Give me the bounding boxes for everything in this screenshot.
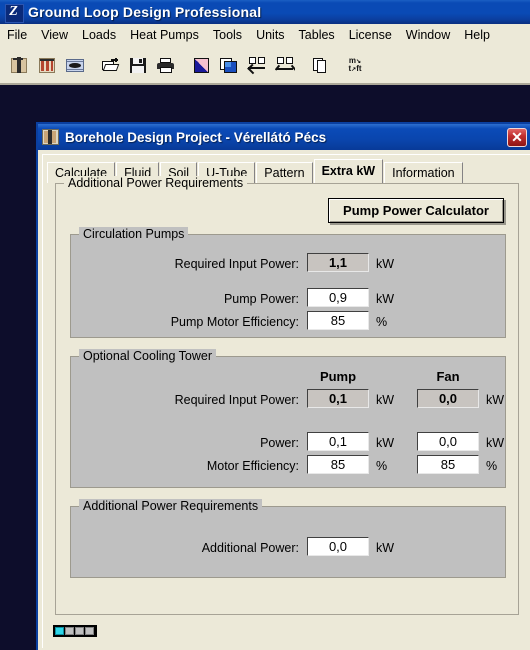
- circ-pump-motor-efficiency-unit: %: [376, 315, 388, 329]
- print-icon: [156, 56, 176, 75]
- optional-cooling-tower-label: Optional Cooling Tower: [79, 349, 217, 363]
- circ-pump-power-label: Pump Power:: [223, 292, 299, 306]
- horizontal-loop-icon: [65, 56, 85, 75]
- menu-item-heat-pumps[interactable]: Heat Pumps: [123, 26, 206, 46]
- borehole-single-icon-button[interactable]: [6, 52, 32, 78]
- toolbar-separator-2: [181, 53, 188, 78]
- cooling-tower-fan-column-header: Fan: [436, 369, 460, 384]
- unit-convert-icon-button[interactable]: m↘ t↗ft: [342, 52, 368, 78]
- ct-motor-efficiency-fan-field[interactable]: 85: [417, 455, 479, 474]
- menu-item-file[interactable]: File: [0, 26, 34, 46]
- toolbar-separator-4: [335, 53, 342, 78]
- circ-pump-power-unit: kW: [376, 292, 395, 306]
- ct-motor-efficiency-label: Motor Efficiency:: [206, 459, 299, 473]
- menu-item-view[interactable]: View: [34, 26, 75, 46]
- application-window: Z Ground Loop Design Professional File V…: [0, 0, 530, 650]
- tile-horizontal-icon: [275, 56, 295, 75]
- circ-pump-motor-efficiency-field[interactable]: 85: [307, 311, 369, 330]
- circ-required-input-power-field: 1,1: [307, 253, 369, 272]
- app-title: Ground Loop Design Professional: [28, 4, 262, 20]
- additional-power-unit: kW: [376, 541, 395, 555]
- dialog-title: Borehole Design Project - Vérellátó Pécs: [65, 129, 327, 145]
- ct-required-input-power-fan-unit: kW: [486, 393, 505, 407]
- tab-extra-kw[interactable]: Extra kW: [313, 159, 384, 183]
- tile-vertical-icon-button[interactable]: [244, 52, 270, 78]
- additional-power-requirements-group: Additional Power Requirements Pump Power…: [55, 176, 519, 615]
- menu-item-loads[interactable]: Loads: [75, 26, 123, 46]
- ct-power-label: Power:: [260, 436, 299, 450]
- duplicate-icon-button[interactable]: [307, 52, 333, 78]
- new-project-icon-button[interactable]: [188, 52, 214, 78]
- step-indicator-block-3: [75, 627, 84, 635]
- additional-power-inner-group: Additional Power Requirements Additional…: [70, 499, 506, 578]
- mdi-client-area: Borehole Design Project - Vérellátó Pécs…: [0, 85, 530, 650]
- step-indicator: [53, 625, 97, 637]
- optional-cooling-tower-group: Optional Cooling Tower Pump Fan Required…: [70, 349, 506, 488]
- circ-required-input-power-unit: kW: [376, 257, 395, 271]
- additional-power-inner-label: Additional Power Requirements: [79, 499, 263, 513]
- step-indicator-block-4: [85, 627, 94, 635]
- app-logo-icon: Z: [5, 3, 24, 23]
- new-project-icon: [191, 56, 211, 75]
- copy-project-icon-button[interactable]: [216, 52, 242, 78]
- ct-required-input-power-pump-field: 0,1: [307, 389, 369, 408]
- menu-item-tools[interactable]: Tools: [206, 26, 249, 46]
- ct-power-pump-unit: kW: [376, 436, 395, 450]
- unit-convert-icon: m↘ t↗ft: [348, 56, 362, 73]
- circ-pump-motor-efficiency-label: Pump Motor Efficiency:: [170, 315, 299, 329]
- save-icon: [128, 56, 148, 75]
- dialog-titlebar[interactable]: Borehole Design Project - Vérellátó Pécs…: [38, 124, 530, 150]
- additional-power-label: Additional Power:: [201, 541, 299, 555]
- borehole-design-project-window: Borehole Design Project - Vérellátó Pécs…: [36, 122, 530, 650]
- ct-power-pump-field[interactable]: 0,1: [307, 432, 369, 451]
- circulation-pumps-group: Circulation Pumps Required Input Power: …: [70, 227, 506, 338]
- borehole-project-icon: [42, 129, 59, 145]
- outer-group-label: Additional Power Requirements: [64, 176, 248, 190]
- dialog-body: Calculate Fluid Soil U-Tube Pattern Extr…: [42, 154, 530, 648]
- save-icon-button[interactable]: [125, 52, 151, 78]
- tab-information[interactable]: Information: [384, 162, 463, 183]
- ct-motor-efficiency-pump-unit: %: [376, 459, 388, 473]
- ct-power-fan-field[interactable]: 0,0: [417, 432, 479, 451]
- pump-power-calculator-button[interactable]: Pump Power Calculator: [328, 198, 504, 223]
- menu-item-window[interactable]: Window: [399, 26, 457, 46]
- ct-required-input-power-pump-unit: kW: [376, 393, 395, 407]
- duplicate-icon: [310, 56, 330, 75]
- cooling-tower-pump-column-header: Pump: [319, 369, 357, 384]
- additional-power-field[interactable]: 0,0: [307, 537, 369, 556]
- circulation-pumps-label: Circulation Pumps: [79, 227, 189, 241]
- tile-horizontal-icon-button[interactable]: [272, 52, 298, 78]
- tab-pattern[interactable]: Pattern: [256, 162, 313, 183]
- borehole-field-icon-button[interactable]: [34, 52, 60, 78]
- close-icon[interactable]: ✕: [507, 127, 527, 147]
- app-toolbar: m↘ t↗ft: [0, 47, 530, 85]
- ct-required-input-power-label: Required Input Power:: [174, 393, 299, 407]
- ct-required-input-power-fan-field: 0,0: [417, 389, 479, 408]
- circ-pump-power-field[interactable]: 0,9: [307, 288, 369, 307]
- ct-power-fan-unit: kW: [486, 436, 505, 450]
- menu-item-license[interactable]: License: [342, 26, 399, 46]
- menu-item-tables[interactable]: Tables: [292, 26, 342, 46]
- open-folder-icon: [100, 56, 120, 75]
- step-indicator-block-1: [55, 627, 64, 635]
- ct-motor-efficiency-pump-field[interactable]: 85: [307, 455, 369, 474]
- app-menubar: File View Loads Heat Pumps Tools Units T…: [0, 24, 530, 48]
- circ-required-input-power-label: Required Input Power:: [174, 257, 299, 271]
- tile-vertical-icon: [247, 56, 267, 75]
- step-indicator-block-2: [65, 627, 74, 635]
- horizontal-loop-icon-button[interactable]: [62, 52, 88, 78]
- toolbar-separator-3: [300, 53, 307, 78]
- borehole-single-icon: [9, 56, 29, 75]
- copy-project-icon: [219, 56, 239, 75]
- ct-motor-efficiency-fan-unit: %: [486, 459, 498, 473]
- menu-item-units[interactable]: Units: [249, 26, 291, 46]
- borehole-field-icon: [37, 56, 57, 75]
- menu-item-help[interactable]: Help: [457, 26, 497, 46]
- open-folder-icon-button[interactable]: [97, 52, 123, 78]
- print-icon-button[interactable]: [153, 52, 179, 78]
- toolbar-separator-1: [90, 53, 97, 78]
- app-titlebar: Z Ground Loop Design Professional: [0, 0, 530, 24]
